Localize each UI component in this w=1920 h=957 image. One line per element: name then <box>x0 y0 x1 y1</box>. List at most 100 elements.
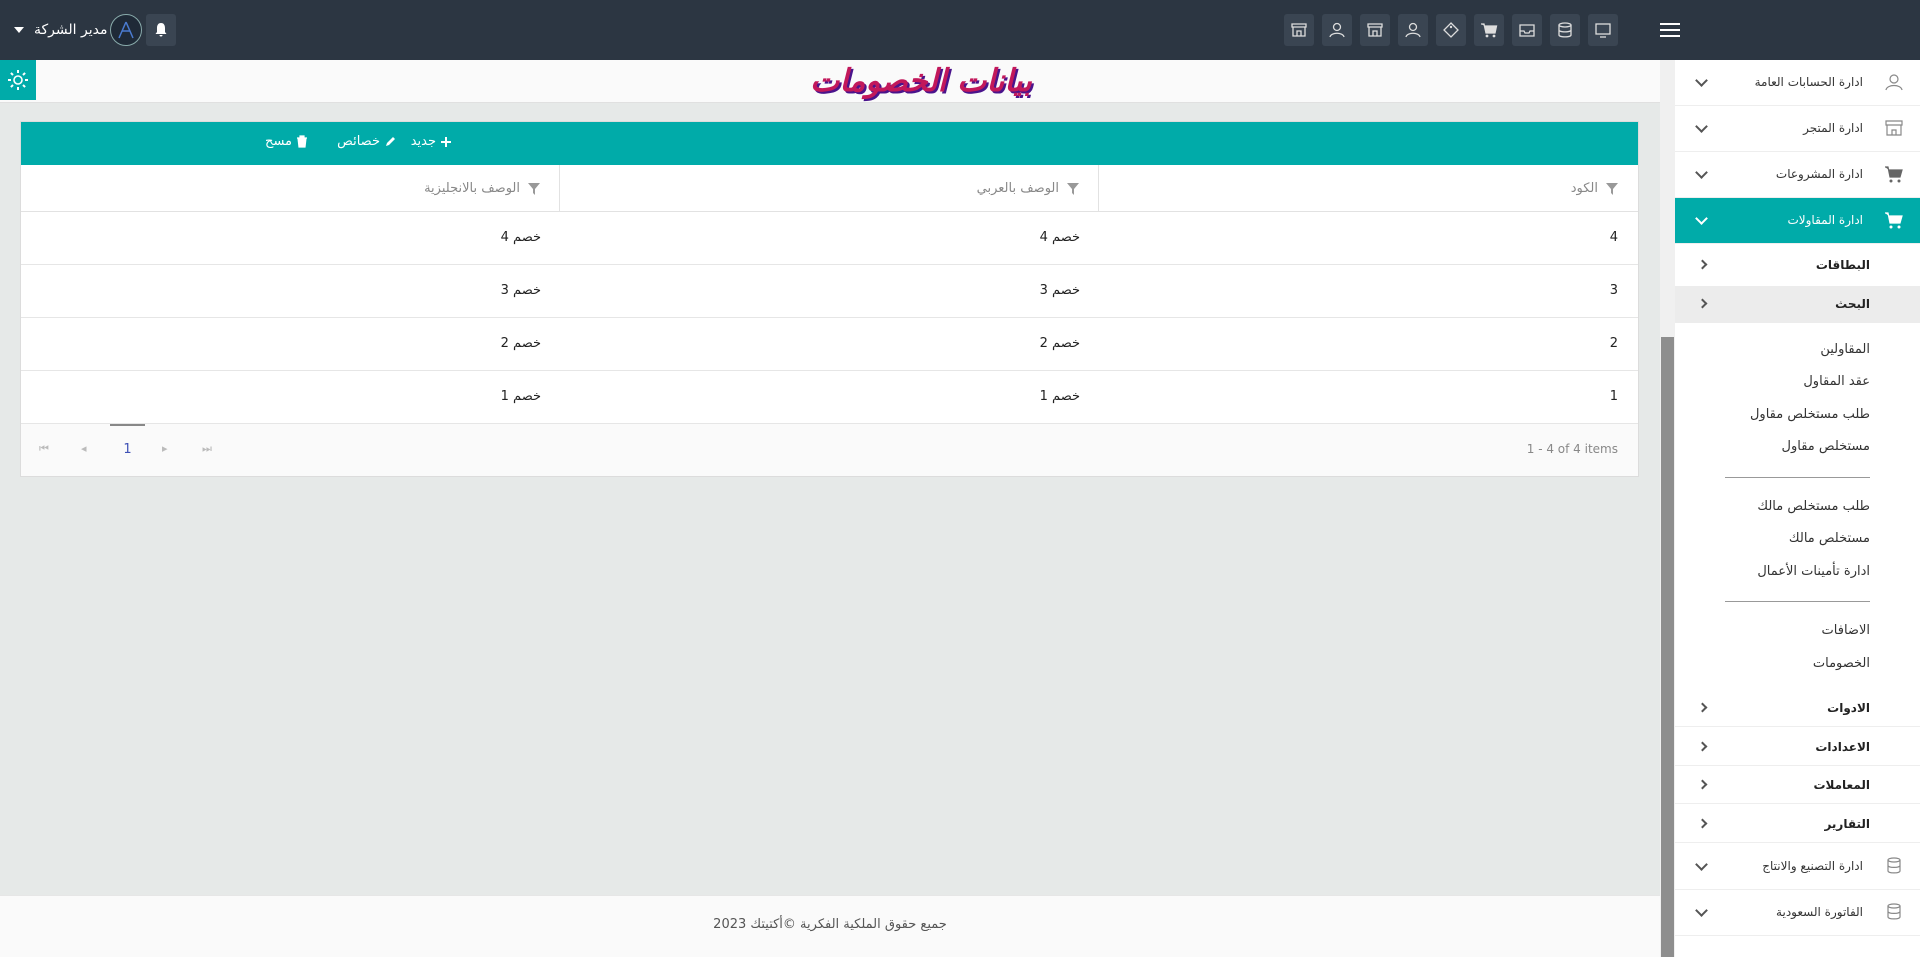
settings-button[interactable] <box>0 60 36 100</box>
link-additions[interactable]: الاضافات <box>1822 623 1870 638</box>
chevron-down-icon <box>1695 120 1708 133</box>
plus-icon <box>441 136 451 147</box>
monitor-button[interactable] <box>1588 14 1618 46</box>
last-page-icon[interactable]: ⏭ <box>202 442 212 456</box>
pager: ⏮ ◂ 1 ▸ ⏭ 1 - 4 of 4 items <box>21 424 1638 476</box>
footer: جميع حقوق الملكية الفكرية ©أكتيتك 2023 <box>0 895 1660 957</box>
sidebar-item-contracting[interactable]: ادارة المقاولات <box>1675 198 1920 244</box>
prev-page-icon[interactable]: ◂ <box>81 442 87 455</box>
next-page-icon[interactable]: ▸ <box>162 442 168 455</box>
sidebar-sub-search[interactable]: البحث <box>1675 286 1920 323</box>
cart-icon <box>1885 166 1903 183</box>
tag-button[interactable] <box>1436 14 1466 46</box>
discounts-grid: جديد خصائص مسح الكود الوصف بالعربي الوصف… <box>20 121 1639 477</box>
notifications-button[interactable] <box>146 14 176 46</box>
cell-code: 4 <box>1609 230 1618 245</box>
chevron-down-icon <box>1695 212 1708 225</box>
chevron-left-icon <box>1697 259 1708 270</box>
pencil-icon <box>386 137 395 146</box>
delete-button[interactable]: مسح <box>265 134 308 149</box>
cell-english: خصم 4 <box>500 230 541 245</box>
cell-arabic: خصم 1 <box>1039 389 1080 404</box>
link-contractor-contract[interactable]: عقد المقاول <box>1803 374 1870 389</box>
column-header-code[interactable]: الكود <box>1571 181 1618 196</box>
cell-english: خصم 2 <box>500 336 541 351</box>
inbox-icon <box>1519 24 1535 37</box>
pager-info: 1 - 4 of 4 items <box>1526 442 1618 456</box>
sidebar-sub-settings[interactable]: الاعدادات <box>1675 729 1920 766</box>
store-icon <box>1291 23 1307 37</box>
filter-icon[interactable] <box>1067 182 1079 195</box>
chevron-down-icon <box>1695 858 1708 871</box>
menu-toggle-button[interactable] <box>1660 18 1684 42</box>
tag-icon <box>1443 22 1459 38</box>
sidebar-sub-reports[interactable]: التقارير <box>1675 806 1920 843</box>
first-page-icon[interactable]: ⏮ <box>39 442 49 456</box>
properties-button[interactable]: خصائص <box>337 134 397 149</box>
cell-code: 3 <box>1609 283 1618 298</box>
inbox-button[interactable] <box>1512 14 1542 46</box>
link-contractors[interactable]: المقاولين <box>1820 342 1870 357</box>
store-icon <box>1885 120 1903 136</box>
chevron-left-icon <box>1697 779 1708 790</box>
cell-arabic: خصم 4 <box>1039 230 1080 245</box>
company-logo-avatar[interactable] <box>110 14 142 46</box>
caret-down-icon <box>14 27 24 33</box>
table-row[interactable]: 3 خصم 3 خصم 3 <box>21 265 1638 318</box>
chevron-left-icon <box>1697 741 1708 752</box>
monitor-icon <box>1595 23 1611 38</box>
table-row[interactable]: 4 خصم 4 خصم 4 <box>21 212 1638 265</box>
cell-code: 2 <box>1609 336 1618 351</box>
user-icon <box>1405 22 1421 38</box>
store-icon <box>1367 23 1383 37</box>
user-name: مدير الشركة <box>34 22 108 38</box>
copyright-text: جميع حقوق الملكية الفكرية ©أكتيتك 2023 <box>713 917 947 932</box>
sidebar-sub-cards[interactable]: البطاقات <box>1675 247 1920 284</box>
page-number[interactable]: 1 <box>110 424 145 464</box>
sidebar-item-store[interactable]: ادارة المتجر <box>1675 106 1920 152</box>
sidebar-item-manufacturing[interactable]: ادارة التصنيع والانتاج <box>1675 844 1920 890</box>
sidebar-item-accounts[interactable]: ادارة الحسابات العامة <box>1675 60 1920 106</box>
table-row[interactable]: 2 خصم 2 خصم 2 <box>21 318 1638 371</box>
cart-icon <box>1481 23 1498 38</box>
link-contractor-extract-request[interactable]: طلب مستخلص مقاول <box>1750 407 1870 422</box>
top-navbar: مدير الشركة <box>0 0 1920 60</box>
store-button[interactable] <box>1284 14 1314 46</box>
link-owner-extract[interactable]: مستخلص مالك <box>1789 531 1870 546</box>
store-button-2[interactable] <box>1360 14 1390 46</box>
table-row[interactable]: 1 خصم 1 خصم 1 <box>21 371 1638 424</box>
database-button[interactable] <box>1550 14 1580 46</box>
chevron-down-icon <box>1695 166 1708 179</box>
sidebar-item-saudi-invoice[interactable]: الفاتورة السعودية <box>1675 890 1920 936</box>
cell-arabic: خصم 2 <box>1039 336 1080 351</box>
cart-icon <box>1885 212 1903 229</box>
database-icon <box>1558 22 1572 38</box>
sidebar-sub-transactions[interactable]: المعاملات <box>1675 767 1920 804</box>
user-button[interactable] <box>1322 14 1352 46</box>
column-header-english[interactable]: الوصف بالانجليزية <box>424 181 540 196</box>
cart-button[interactable] <box>1474 14 1504 46</box>
sidebar-item-projects[interactable]: ادارة المشروعات <box>1675 152 1920 198</box>
link-contractor-extract[interactable]: مستخلص مقاول <box>1782 439 1870 454</box>
link-owner-extract-request[interactable]: طلب مستخلص مالك <box>1757 499 1870 514</box>
link-work-insurance[interactable]: ادارة تأمينات الأعمال <box>1757 564 1870 579</box>
gear-icon <box>8 70 28 90</box>
cell-english: خصم 3 <box>500 283 541 298</box>
database-icon <box>1887 903 1901 920</box>
bell-icon <box>155 23 167 37</box>
grid-header: الكود الوصف بالعربي الوصف بالانجليزية <box>21 165 1638 212</box>
filter-icon[interactable] <box>528 182 540 195</box>
sidebar-sub-tools[interactable]: الادوات <box>1675 690 1920 727</box>
user-button-2[interactable] <box>1398 14 1428 46</box>
database-icon <box>1887 857 1901 874</box>
sidebar: ادارة الحسابات العامة ادارة المتجر ادارة… <box>1675 60 1920 957</box>
link-discounts[interactable]: الخصومات <box>1813 656 1870 671</box>
user-menu[interactable]: مدير الشركة <box>14 14 107 46</box>
column-header-arabic[interactable]: الوصف بالعربي <box>977 181 1079 196</box>
filter-icon[interactable] <box>1606 182 1618 195</box>
chevron-left-icon <box>1697 298 1708 309</box>
new-button[interactable]: جديد <box>411 134 452 149</box>
chevron-down-icon <box>1695 904 1708 917</box>
grid-toolbar: جديد خصائص مسح <box>21 122 1638 165</box>
scrollbar-thumb[interactable] <box>1661 337 1674 957</box>
